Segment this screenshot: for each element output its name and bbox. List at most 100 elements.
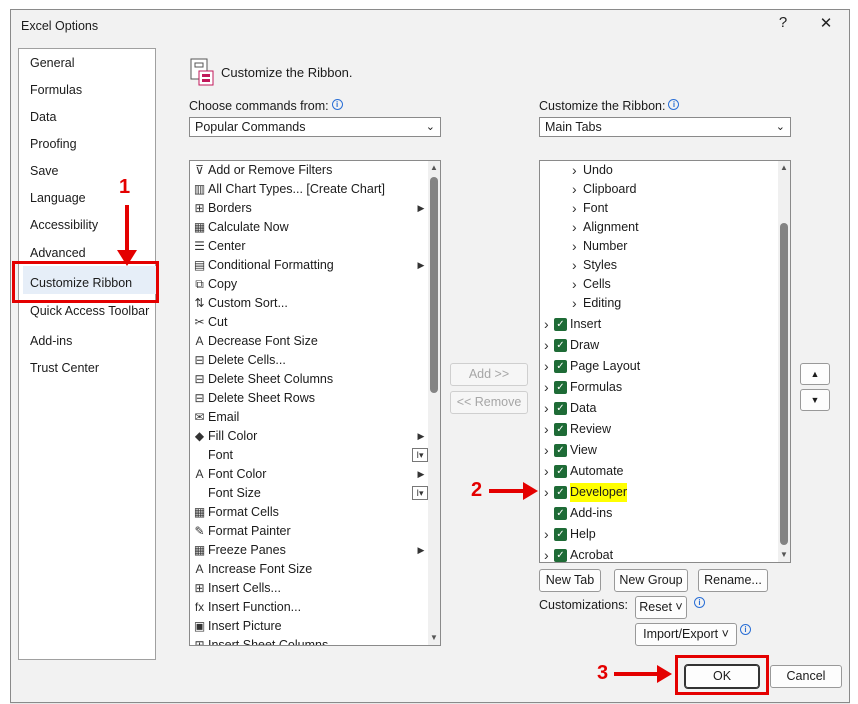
info-icon[interactable]: i bbox=[740, 624, 751, 635]
info-icon[interactable]: i bbox=[668, 99, 680, 110]
checkbox-checked-icon[interactable]: ✓ bbox=[554, 444, 567, 457]
command-item[interactable]: ⇅ Custom Sort... bbox=[190, 294, 428, 313]
ribbon-tabs-tree[interactable]: › Undo › Clipboard › Font › Alignment › Number › St… bbox=[539, 160, 791, 563]
checkbox-checked-icon[interactable]: ✓ bbox=[554, 360, 567, 373]
cancel-button[interactable]: Cancel bbox=[770, 665, 842, 688]
command-item[interactable]: ▥ All Chart Types... [Create Chart] bbox=[190, 180, 428, 199]
tab-item-page-layout[interactable]: › ✓ Page Layout bbox=[540, 357, 778, 376]
command-item[interactable]: ⧉ Copy bbox=[190, 275, 428, 294]
command-item[interactable]: A Increase Font Size bbox=[190, 560, 428, 579]
command-item[interactable]: ▦ Format Cells bbox=[190, 503, 428, 522]
chevron-right-icon[interactable]: › bbox=[572, 199, 577, 218]
group-item[interactable]: › Number bbox=[540, 237, 778, 256]
nav-item-data[interactable]: Data bbox=[30, 107, 56, 127]
command-item[interactable]: ✉ Email bbox=[190, 408, 428, 427]
command-item[interactable]: ◆ Fill Color ▶ bbox=[190, 427, 428, 446]
add-button[interactable]: Add >> bbox=[450, 363, 528, 386]
tab-item-help[interactable]: › ✓ Help bbox=[540, 525, 778, 544]
chevron-right-icon[interactable]: › bbox=[544, 378, 549, 397]
checkbox-checked-icon[interactable]: ✓ bbox=[554, 465, 567, 478]
group-item[interactable]: › Clipboard bbox=[540, 180, 778, 199]
tab-item-add-ins[interactable]: ✓ Add-ins bbox=[540, 504, 778, 523]
nav-item-accessibility[interactable]: Accessibility bbox=[30, 215, 98, 235]
tab-item-automate[interactable]: › ✓ Automate bbox=[540, 462, 778, 481]
choose-commands-combo[interactable]: Popular Commands ⌄ bbox=[189, 117, 441, 137]
group-item[interactable]: › Cells bbox=[540, 275, 778, 294]
commands-scrollbar[interactable]: ▲ ▼ bbox=[428, 161, 440, 645]
chevron-right-icon[interactable]: › bbox=[544, 420, 549, 439]
tab-item-view[interactable]: › ✓ View bbox=[540, 441, 778, 460]
command-item[interactable]: A Decrease Font Size bbox=[190, 332, 428, 351]
nav-item-proofing[interactable]: Proofing bbox=[30, 134, 77, 154]
tab-item-insert[interactable]: › ✓ Insert bbox=[540, 315, 778, 334]
checkbox-checked-icon[interactable]: ✓ bbox=[554, 381, 567, 394]
command-item[interactable]: ⊽ Add or Remove Filters bbox=[190, 161, 428, 180]
command-item[interactable]: ⊞ Insert Sheet Columns bbox=[190, 636, 428, 645]
command-item[interactable]: ▤ Conditional Formatting ▶ bbox=[190, 256, 428, 275]
command-item[interactable]: ⊟ Delete Cells... bbox=[190, 351, 428, 370]
group-item[interactable]: › Font bbox=[540, 199, 778, 218]
nav-item-quick-access-toolbar[interactable]: Quick Access Toolbar bbox=[30, 301, 149, 321]
checkbox-checked-icon[interactable]: ✓ bbox=[554, 402, 567, 415]
command-item[interactable]: ⊟ Delete Sheet Rows bbox=[190, 389, 428, 408]
command-item[interactable]: Font Size I▾ bbox=[190, 484, 428, 503]
chevron-right-icon[interactable]: › bbox=[572, 275, 577, 294]
move-up-button[interactable]: ▲ bbox=[800, 363, 830, 385]
tab-item-review[interactable]: › ✓ Review bbox=[540, 420, 778, 439]
chevron-right-icon[interactable]: › bbox=[572, 256, 577, 275]
tree-scrollbar[interactable]: ▲ ▼ bbox=[778, 161, 790, 562]
close-button[interactable]: ✕ bbox=[814, 14, 838, 32]
group-item[interactable]: › Alignment bbox=[540, 218, 778, 237]
scroll-thumb[interactable] bbox=[430, 177, 438, 393]
chevron-right-icon[interactable]: › bbox=[572, 294, 577, 313]
command-item[interactable]: fx Insert Function... bbox=[190, 598, 428, 617]
tab-item-formulas[interactable]: › ✓ Formulas bbox=[540, 378, 778, 397]
chevron-right-icon[interactable]: › bbox=[544, 546, 549, 562]
help-button[interactable]: ? bbox=[771, 14, 795, 31]
checkbox-checked-icon[interactable]: ✓ bbox=[554, 528, 567, 541]
move-down-button[interactable]: ▼ bbox=[800, 389, 830, 411]
command-item[interactable]: A Font Color ▶ bbox=[190, 465, 428, 484]
checkbox-checked-icon[interactable]: ✓ bbox=[554, 486, 567, 499]
chevron-right-icon[interactable]: › bbox=[572, 161, 577, 180]
chevron-right-icon[interactable]: › bbox=[572, 237, 577, 256]
checkbox-checked-icon[interactable]: ✓ bbox=[554, 339, 567, 352]
import-export-button[interactable]: Import/Export ˅ bbox=[635, 623, 737, 646]
chevron-right-icon[interactable]: › bbox=[544, 357, 549, 376]
remove-button[interactable]: << Remove bbox=[450, 391, 528, 414]
checkbox-checked-icon[interactable]: ✓ bbox=[554, 318, 567, 331]
group-item[interactable]: › Editing bbox=[540, 294, 778, 313]
chevron-right-icon[interactable]: › bbox=[572, 218, 577, 237]
scroll-up-icon[interactable]: ▲ bbox=[428, 161, 440, 175]
chevron-right-icon[interactable]: › bbox=[544, 525, 549, 544]
command-item[interactable]: Font I▾ bbox=[190, 446, 428, 465]
scroll-down-icon[interactable]: ▼ bbox=[428, 631, 440, 645]
scroll-thumb[interactable] bbox=[780, 223, 788, 545]
command-item[interactable]: ⊞ Insert Cells... bbox=[190, 579, 428, 598]
checkbox-checked-icon[interactable]: ✓ bbox=[554, 507, 567, 520]
tab-item-acrobat[interactable]: › ✓ Acrobat bbox=[540, 546, 778, 562]
chevron-right-icon[interactable]: › bbox=[572, 180, 577, 199]
nav-item-advanced[interactable]: Advanced bbox=[30, 243, 86, 263]
command-item[interactable]: ⊞ Borders ▶ bbox=[190, 199, 428, 218]
chevron-right-icon[interactable]: › bbox=[544, 441, 549, 460]
nav-item-save[interactable]: Save bbox=[30, 161, 59, 181]
chevron-right-icon[interactable]: › bbox=[544, 336, 549, 355]
chevron-right-icon[interactable]: › bbox=[544, 483, 549, 502]
command-item[interactable]: ⊟ Delete Sheet Columns bbox=[190, 370, 428, 389]
command-item[interactable]: ▣ Insert Picture bbox=[190, 617, 428, 636]
command-item[interactable]: ✎ Format Painter bbox=[190, 522, 428, 541]
info-icon[interactable]: i bbox=[331, 99, 343, 110]
command-item[interactable]: ▦ Freeze Panes ▶ bbox=[190, 541, 428, 560]
ok-button[interactable]: OK bbox=[684, 664, 760, 689]
tab-item-draw[interactable]: › ✓ Draw bbox=[540, 336, 778, 355]
commands-list[interactable]: ⊽ Add or Remove Filters ▥ All Chart Types..… bbox=[189, 160, 441, 646]
nav-item-add-ins[interactable]: Add-ins bbox=[30, 331, 72, 351]
command-item[interactable]: ☰ Center bbox=[190, 237, 428, 256]
group-item[interactable]: › Styles bbox=[540, 256, 778, 275]
tab-item-data[interactable]: › ✓ Data bbox=[540, 399, 778, 418]
nav-item-trust-center[interactable]: Trust Center bbox=[30, 358, 99, 378]
scroll-down-icon[interactable]: ▼ bbox=[778, 548, 790, 562]
checkbox-checked-icon[interactable]: ✓ bbox=[554, 423, 567, 436]
chevron-right-icon[interactable]: › bbox=[544, 315, 549, 334]
